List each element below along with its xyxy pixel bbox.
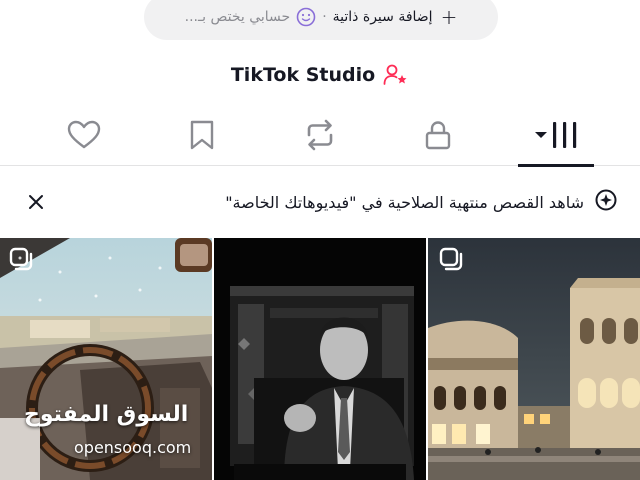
- watermark-latin: opensooq.com: [74, 438, 192, 457]
- heart-icon: [67, 120, 101, 154]
- plus-icon: +: [440, 5, 458, 29]
- souq-image: [428, 238, 640, 480]
- profile-tabs: [0, 108, 640, 167]
- story-add-icon: [594, 188, 618, 216]
- separator: ·: [322, 9, 327, 25]
- tiktok-studio-link[interactable]: TikTok Studio: [0, 58, 640, 92]
- video-thumbnail-car[interactable]: السوق المفتوح opensooq.com: [0, 238, 212, 480]
- repost-icon: [303, 119, 337, 155]
- multi-photo-icon: [438, 246, 464, 272]
- multi-photo-icon: [8, 246, 34, 272]
- grid-icon: [533, 120, 579, 154]
- tab-liked[interactable]: [44, 108, 124, 166]
- speaker-image: [214, 238, 426, 480]
- bookmark-icon: [189, 119, 215, 155]
- video-grid: السوق المفتوح opensooq.com: [0, 238, 640, 480]
- expired-stories-banner[interactable]: شاهد القصص منتهية الصلاحية في "فيديوهاتك…: [0, 166, 640, 238]
- banner-message: شاهد القصص منتهية الصلاحية في "فيديوهاتك…: [225, 188, 618, 216]
- tab-favorites[interactable]: [162, 108, 242, 166]
- lock-icon: [424, 119, 452, 155]
- banner-text: شاهد القصص منتهية الصلاحية في "فيديوهاتك…: [225, 192, 584, 212]
- tab-videos[interactable]: [518, 108, 594, 167]
- studio-label: TikTok Studio: [230, 64, 376, 86]
- video-thumbnail-speaker[interactable]: [214, 238, 426, 480]
- watermark-arabic: السوق المفتوح: [24, 402, 189, 427]
- tab-reposts[interactable]: [280, 108, 360, 166]
- close-icon[interactable]: [26, 192, 46, 212]
- video-thumbnail-souq[interactable]: [428, 238, 640, 480]
- account-placeholder[interactable]: حسابي يختص بـ...: [185, 9, 291, 25]
- smile-icon: [296, 7, 316, 27]
- add-bio-label[interactable]: إضافة سيرة ذاتية: [333, 9, 433, 25]
- bio-bar[interactable]: + إضافة سيرة ذاتية · حسابي يختص بـ...: [144, 0, 498, 40]
- tab-private[interactable]: [398, 108, 478, 166]
- person-star-icon: [383, 63, 409, 87]
